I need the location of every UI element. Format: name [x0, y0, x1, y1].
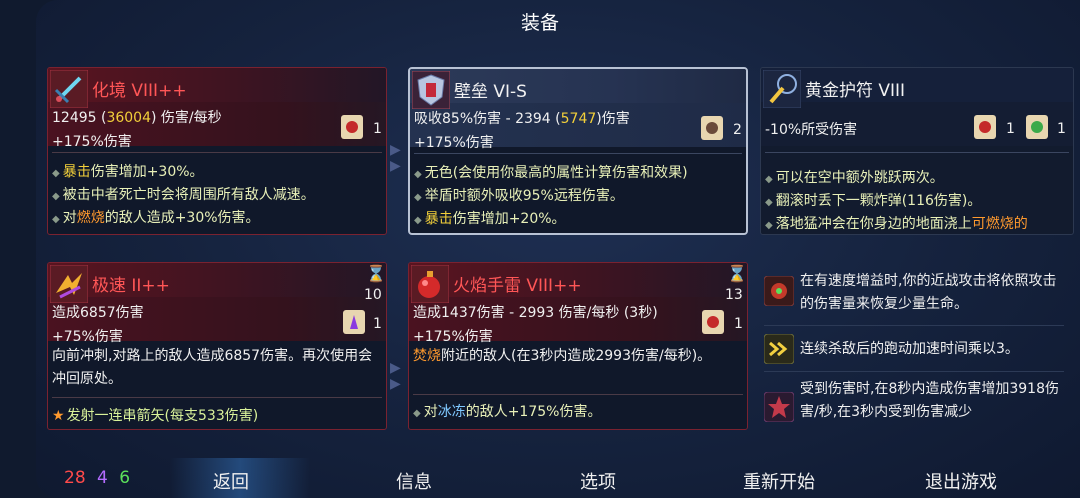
skill2-scroll-count: 1 [734, 316, 743, 332]
amulet-scroll-count-b: 1 [1057, 121, 1066, 137]
weapon-card[interactable]: 化境 VIII++ 12495 (36004) 伤害/每秒 +175%伤害 1 … [47, 67, 387, 235]
amulet-affix-3: ◆ 落地猛冲会在你身边的地面浇上可燃烧的 [765, 216, 1028, 232]
brutality-scroll-icon [974, 115, 996, 139]
weapon-affix-3: ◆ 对燃烧的敌人造成+30%伤害。 [52, 210, 260, 226]
quit-button[interactable]: 退出游戏 [925, 468, 997, 494]
shield-name: 壁垒 VI-S [454, 82, 527, 102]
weapon-affix-1: ◆ 暴击伤害增加+30%。 [52, 164, 204, 180]
skill1-cooldown: 10 [364, 287, 382, 303]
shield-absorb: 吸收85%伤害 - 2394 (5747)伤害 [414, 111, 630, 127]
tactics-scroll-icon [343, 310, 365, 334]
amulet-resist: -10%所受伤害 [765, 122, 858, 138]
damage-mutation-icon [764, 392, 794, 422]
speed-mutation-icon [764, 334, 794, 364]
amulet-card[interactable]: 黄金护符 VIII -10%所受伤害 1 1 ◆ 可以在空中额外跳跃两次。 ◆ 翻滚… [760, 67, 1074, 235]
skill1-description: 向前冲刺,对路上的敌人造成6857伤害。再次使用会冲回原处。 [52, 348, 373, 387]
skill2-damage-bonus: +175%伤害 [413, 329, 493, 345]
skill1-damage: 造成6857伤害 [52, 305, 144, 321]
restart-button[interactable]: 重新开始 [743, 468, 815, 494]
link-arrows-2: ▶ ▶ [390, 360, 401, 392]
scroll-icon [701, 116, 723, 140]
skill1-affix: ★ 发射一连串箭矢(每支533伤害) [52, 408, 259, 424]
skill2-affix: ◆ 对冰冻的敌人+175%伤害。 [413, 404, 602, 420]
skill2-name: 火焰手雷 VIII++ [453, 276, 582, 296]
mutation-2[interactable]: 连续杀敌后的跑动加速时间乘以3。 [764, 334, 1074, 368]
weapon-dps: 12495 (36004) 伤害/每秒 [52, 110, 222, 126]
stat-counters: 28 4 6 [64, 468, 130, 488]
skill2-damage: 造成1437伤害 - 2993 伤害/每秒 (3秒) [413, 305, 658, 321]
brutality-scroll-icon [702, 310, 724, 334]
grenade-icon [411, 265, 449, 303]
skill2-card[interactable]: 火焰手雷 VIII++ ⌛ 13 造成1437伤害 - 2993 伤害/每秒 (… [408, 262, 748, 430]
weapon-affix-2: ◆ 被击中者死亡时会将周围所有敌人减速。 [52, 187, 315, 203]
amulet-scroll-count-a: 1 [1006, 121, 1015, 137]
survival-count: 6 [119, 468, 131, 488]
weapon-name: 化境 VIII++ [92, 81, 187, 101]
mutation-1[interactable]: 在有速度增益时,你的近战攻击将依照攻击的伤害量来恢复少量生命。 [764, 266, 1074, 322]
shield-icon [412, 71, 450, 109]
skill2-description: 焚烧附近的敌人(在3秒内造成2993伤害/每秒)。 [413, 348, 712, 364]
sword-icon [50, 70, 88, 108]
shield-affix-3: ◆ 暴击伤害增加+20%。 [414, 211, 566, 227]
bottom-menu: 28 4 6 返回 信息 选项 重新开始 退出游戏 [0, 458, 1080, 498]
shield-affix-2: ◆ 举盾时额外吸收95%远程伤害。 [414, 188, 624, 204]
shield-scroll-count: 2 [733, 122, 742, 138]
brutality-count: 28 [64, 468, 86, 488]
hourglass-icon: ⌛ [727, 264, 747, 283]
shield-damage-bonus: +175%伤害 [414, 135, 494, 151]
options-button[interactable]: 选项 [580, 468, 616, 494]
weapon-scroll-count: 1 [373, 121, 382, 137]
skill2-cooldown: 13 [725, 287, 743, 303]
shield-affix-1: ◆ 无色(会使用你最高的属性计算伤害和效果) [414, 165, 688, 181]
brutality-scroll-icon [341, 115, 363, 139]
skill1-scroll-count: 1 [373, 316, 382, 332]
back-button[interactable]: 返回 [213, 468, 249, 494]
amulet-icon [763, 70, 801, 108]
heal-mutation-icon [764, 276, 794, 306]
mutation-3[interactable]: 受到伤害时,在8秒内造成伤害增加3918伤害/秒,在3秒内受到伤害减少 [764, 378, 1074, 428]
weapon-damage-bonus: +175%伤害 [52, 134, 132, 150]
amulet-affix-1: ◆ 可以在空中额外跳跃两次。 [765, 170, 944, 186]
skill1-card[interactable]: 极速 II++ ⌛ 10 造成6857伤害 +75%伤害 1 向前冲刺,对路上的… [47, 262, 387, 430]
dash-icon [50, 265, 88, 303]
amulet-affix-2: ◆ 翻滚时丢下一颗炸弹(116伤害)。 [765, 193, 982, 209]
screen-title: 装备 [520, 12, 559, 34]
amulet-name: 黄金护符 VIII [805, 81, 906, 101]
survival-scroll-icon [1026, 115, 1048, 139]
hourglass-icon: ⌛ [366, 264, 386, 283]
skill1-damage-bonus: +75%伤害 [52, 329, 123, 345]
link-arrows-1: ▶ ▶ [390, 142, 401, 174]
skill1-name: 极速 II++ [92, 276, 170, 296]
info-button[interactable]: 信息 [396, 468, 432, 494]
tactics-count: 4 [97, 468, 108, 488]
shield-card[interactable]: 壁垒 VI-S 吸收85%伤害 - 2394 (5747)伤害 +175%伤害 … [408, 67, 748, 235]
